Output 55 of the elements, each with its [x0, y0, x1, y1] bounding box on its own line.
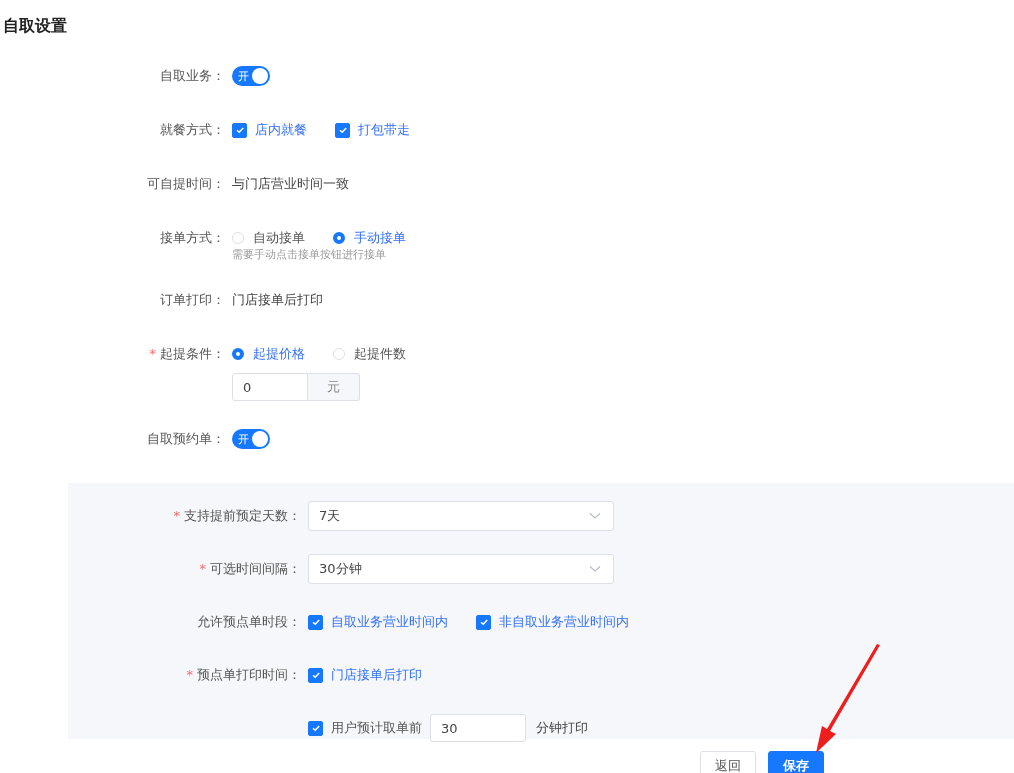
- field-label: 接单方式：: [160, 229, 225, 247]
- checkbox[interactable]: [476, 614, 491, 630]
- chevron-down-icon: [589, 565, 601, 573]
- checkbox-label[interactable]: 用户预计取单前: [331, 719, 422, 737]
- unit-addon: 元: [308, 373, 360, 401]
- checkbox-label[interactable]: 店内就餐: [255, 121, 307, 139]
- field-label: 自取预约单：: [147, 430, 225, 448]
- field-value: 与门店营业时间一致: [232, 175, 349, 193]
- field-label: 起提条件：: [160, 345, 225, 363]
- required-mark: *: [199, 560, 206, 578]
- section-title: 自取设置: [2, 15, 68, 37]
- field-label: 预点单打印时间：: [197, 666, 301, 684]
- checkbox-label[interactable]: 打包带走: [358, 121, 410, 139]
- help-text: 需要手动点击接单按钮进行接单: [232, 248, 387, 262]
- checkmark-icon: [234, 125, 245, 135]
- required-mark: *: [173, 507, 180, 525]
- field-label: 可选时间间隔：: [210, 560, 301, 578]
- select-field[interactable]: 7天: [308, 501, 614, 531]
- checkbox-label[interactable]: 自取业务营业时间内: [331, 613, 448, 631]
- checkmark-icon: [310, 617, 321, 627]
- radio-label[interactable]: 自动接单: [253, 229, 305, 247]
- select-field[interactable]: 30分钟: [308, 554, 614, 584]
- checkmark-icon: [310, 723, 321, 733]
- radio-button[interactable]: [333, 232, 345, 244]
- checkbox[interactable]: [308, 614, 323, 630]
- checkmark-icon: [337, 125, 348, 135]
- checkbox[interactable]: [232, 122, 247, 138]
- field-label: 订单打印：: [160, 291, 225, 309]
- price-input[interactable]: 0: [232, 373, 308, 401]
- field-label: 可自提时间：: [147, 175, 225, 193]
- required-mark: *: [186, 666, 193, 684]
- field-label: 允许预点单时段：: [197, 613, 301, 631]
- checkbox[interactable]: [308, 667, 323, 683]
- checkbox-label[interactable]: 非自取业务营业时间内: [499, 613, 629, 631]
- save-button[interactable]: 保存: [768, 751, 824, 773]
- radio-label[interactable]: 手动接单: [354, 229, 406, 247]
- radio-label[interactable]: 起提价格: [253, 345, 305, 363]
- chevron-down-icon: [589, 512, 601, 520]
- required-mark: *: [149, 345, 156, 363]
- unit-label: 分钟打印: [536, 719, 588, 737]
- field-label: 自取业务：: [160, 67, 225, 85]
- checkbox[interactable]: [308, 720, 323, 736]
- minutes-input[interactable]: 30: [430, 714, 526, 742]
- radio-button[interactable]: [232, 348, 244, 360]
- checkmark-icon: [310, 670, 321, 680]
- checkmark-icon: [478, 617, 489, 627]
- field-label: 就餐方式：: [160, 121, 225, 139]
- field-label: 支持提前预定天数：: [184, 507, 301, 525]
- checkbox-label[interactable]: 门店接单后打印: [331, 666, 422, 684]
- toggle-switch[interactable]: 开: [232, 66, 270, 86]
- toggle-switch[interactable]: 开: [232, 429, 270, 449]
- field-value: 门店接单后打印: [232, 291, 323, 309]
- checkbox[interactable]: [335, 122, 350, 138]
- radio-label[interactable]: 起提件数: [354, 345, 406, 363]
- back-button[interactable]: 返回: [700, 751, 756, 773]
